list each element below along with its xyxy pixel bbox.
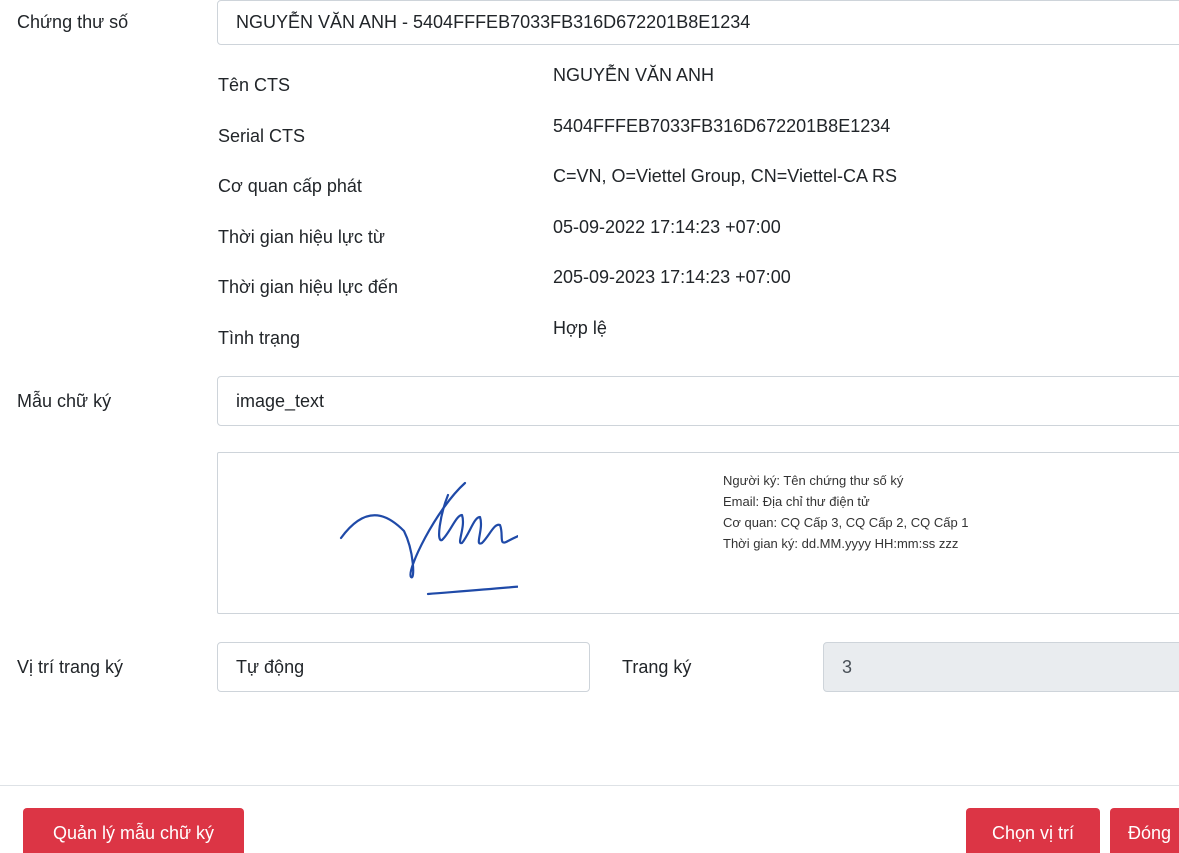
close-button[interactable]: Đóng <box>1110 808 1179 853</box>
cert-serial-value: 5404FFFEB7033FB316D672201B8E1234 <box>553 116 891 136</box>
preview-agency-line: Cơ quan: CQ Cấp 3, CQ Cấp 2, CQ Cấp 1 <box>723 515 969 530</box>
page-label: Trang ký <box>622 657 692 677</box>
cert-valid-to-label: Thời gian hiệu lực đến <box>218 277 398 297</box>
cert-valid-from-value: 05-09-2022 17:14:23 +07:00 <box>553 217 781 237</box>
cert-name-label: Tên CTS <box>218 75 291 95</box>
signing-dialog: Chứng thư số NGUYỄN VĂN ANH - 5404FFFEB7… <box>0 0 1179 853</box>
certificate-select[interactable]: NGUYỄN VĂN ANH - 5404FFFEB7033FB316D6722… <box>217 0 1179 45</box>
cert-valid-from-label: Thời gian hiệu lực từ <box>218 227 385 247</box>
preview-time-line: Thời gian ký: dd.MM.yyyy HH:mm:ss zzz <box>723 536 959 551</box>
signature-preview-text: Người ký: Tên chứng thư số ký Email: Địa… <box>723 470 969 554</box>
cert-issuer-value: C=VN, O=Viettel Group, CN=Viettel-CA RS <box>553 166 897 186</box>
cert-issuer-label: Cơ quan cấp phát <box>218 176 362 196</box>
template-select[interactable]: image_text <box>217 376 1179 426</box>
position-label: Vị trí trang ký <box>17 657 124 677</box>
footer-divider <box>0 785 1179 786</box>
preview-signer-line: Người ký: Tên chứng thư số ký <box>723 473 904 488</box>
signature-preview: Người ký: Tên chứng thư số ký Email: Địa… <box>217 452 1179 614</box>
cert-status-label: Tình trạng <box>218 328 301 348</box>
template-label: Mẫu chữ ký <box>17 391 112 411</box>
signature-image <box>339 481 518 596</box>
choose-position-button[interactable]: Chọn vị trí <box>966 808 1100 853</box>
position-select[interactable]: Tự động <box>217 642 590 692</box>
page-input[interactable]: 3 <box>823 642 1179 692</box>
preview-email-line: Email: Địa chỉ thư điện tử <box>723 494 870 509</box>
manage-templates-button[interactable]: Quản lý mẫu chữ ký <box>23 808 244 853</box>
cert-valid-to-value: 205-09-2023 17:14:23 +07:00 <box>553 267 791 287</box>
certificate-label: Chứng thư số <box>17 12 129 32</box>
cert-status-value: Hợp lệ <box>553 318 607 338</box>
cert-name-value: NGUYỄN VĂN ANH <box>553 65 715 85</box>
cert-serial-label: Serial CTS <box>218 126 306 146</box>
